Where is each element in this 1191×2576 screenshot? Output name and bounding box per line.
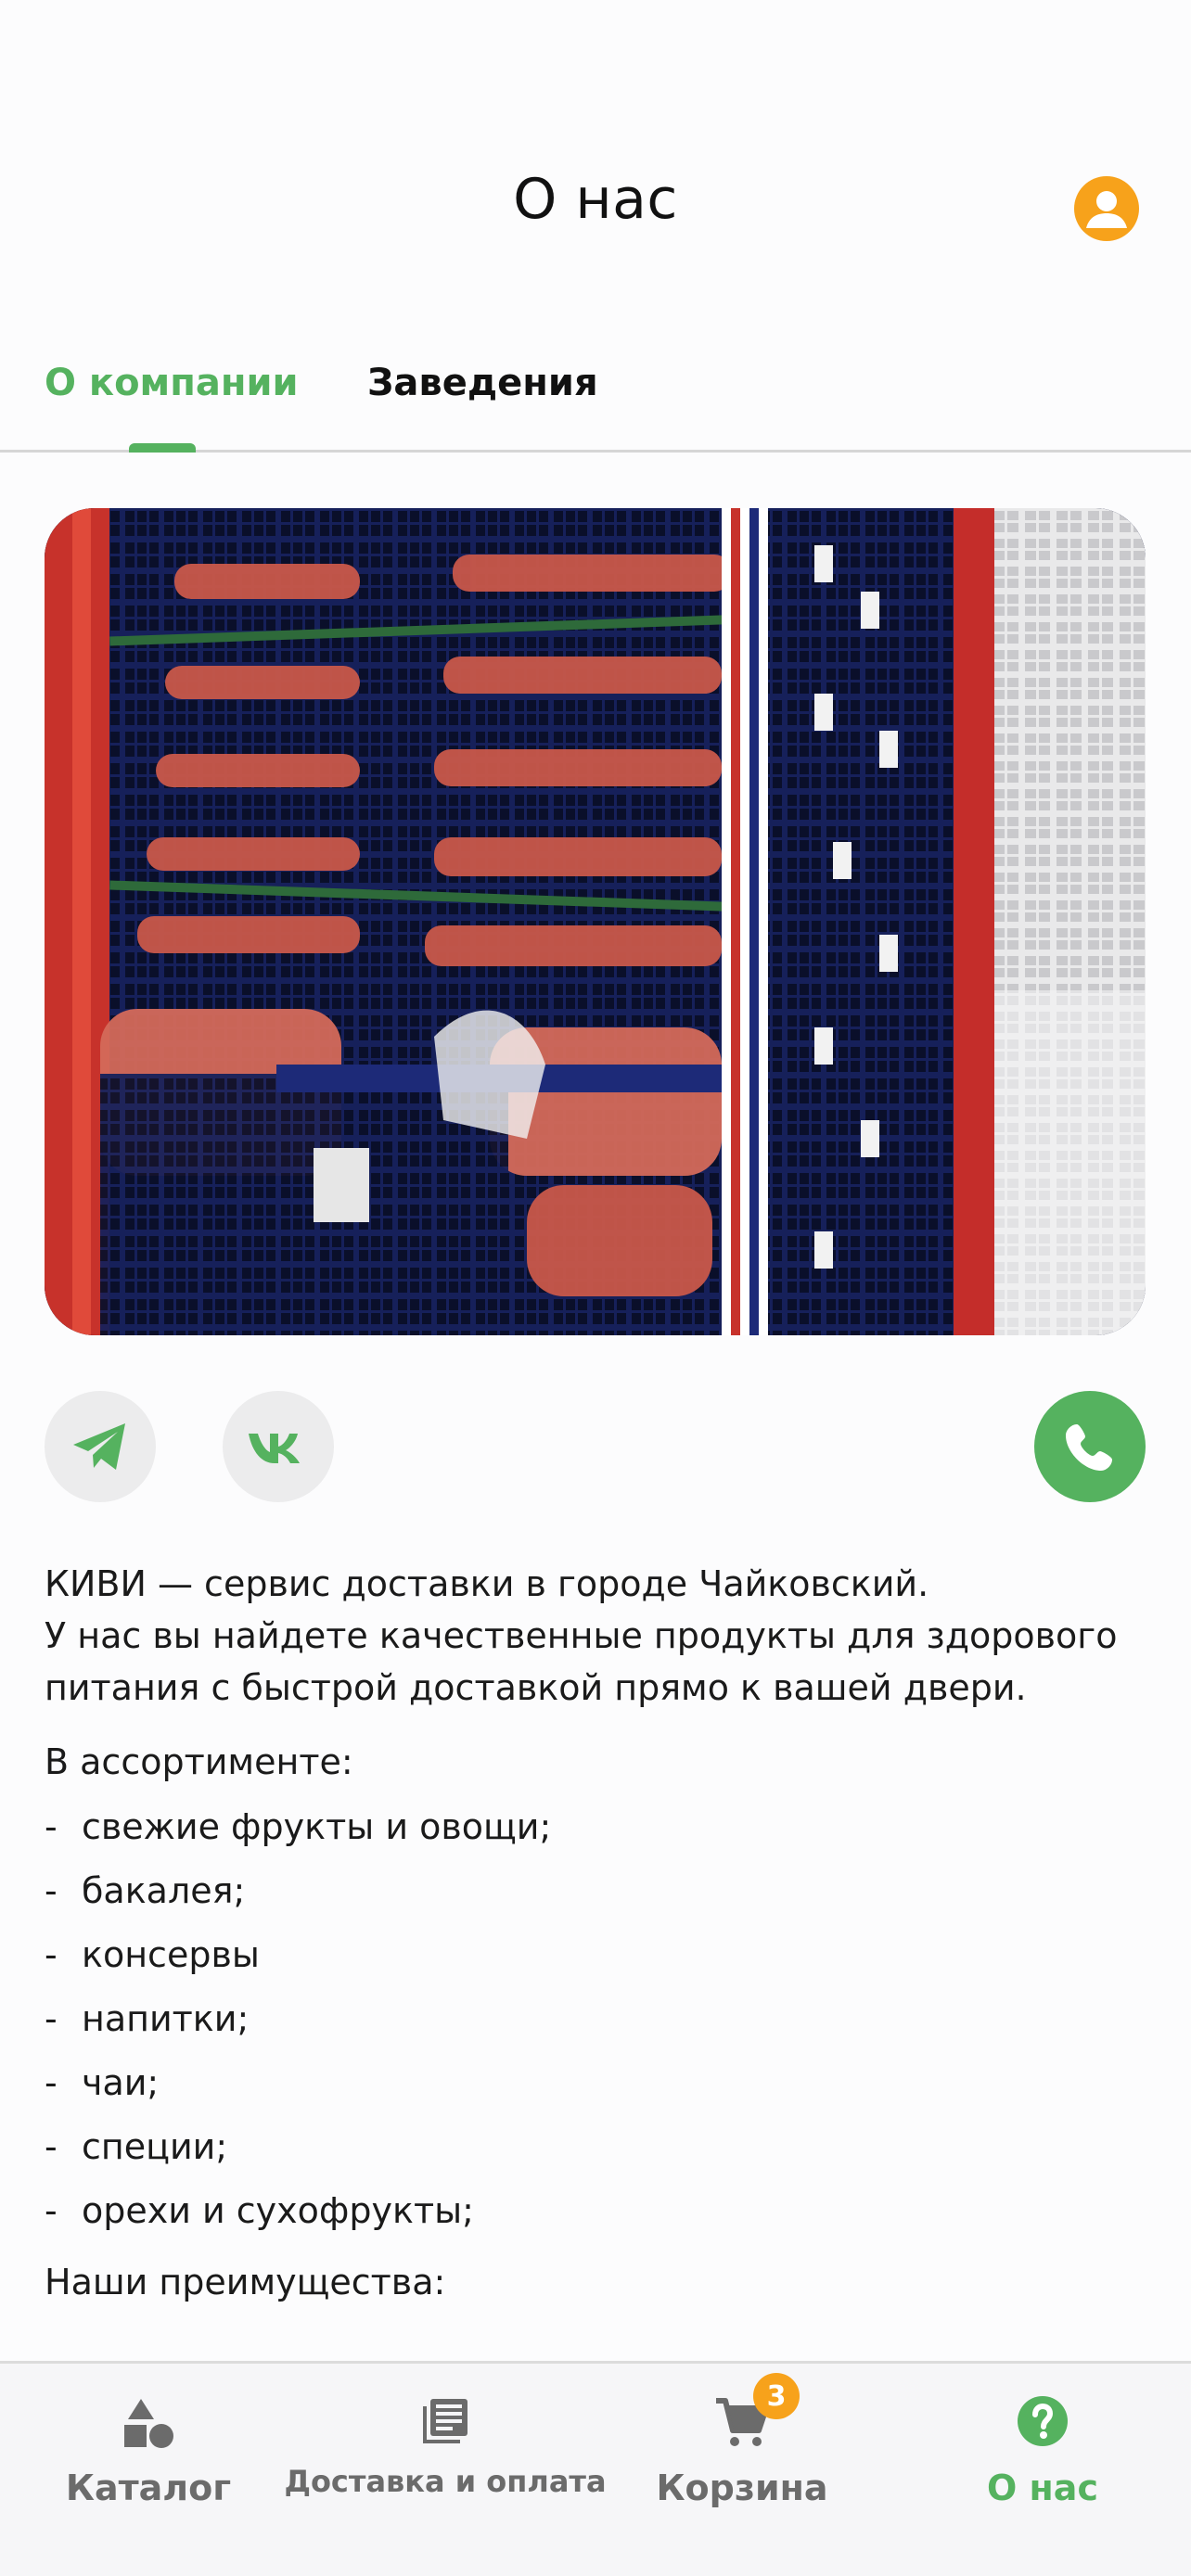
nav-delivery-label: Доставка и оплата — [284, 2464, 607, 2499]
list-item-text: напитки; — [82, 1998, 250, 2039]
advantages-heading: Наши преимущества: — [45, 2262, 446, 2302]
list-dash: - — [45, 1870, 58, 1911]
vk-button[interactable] — [223, 1391, 334, 1502]
list-item-text: орехи и сухофрукты; — [82, 2190, 474, 2231]
nav-about-label: О нас — [987, 2468, 1098, 2508]
about-description: КИВИ — сервис доставки в городе Чайковск… — [45, 1558, 1148, 2308]
assortment-list: - свежие фрукты и овощи; - бакалея; - консе… — [45, 1801, 1148, 2249]
nav-delivery[interactable]: Доставка и оплата — [278, 2364, 612, 2576]
tab-bar: О компании Заведения — [0, 334, 1191, 453]
cart-count-badge: 3 — [753, 2373, 800, 2419]
page-title: О нас — [513, 167, 678, 232]
app-header: О нас — [0, 0, 1191, 306]
telegram-button[interactable] — [45, 1391, 156, 1502]
list-item: - чаи; — [45, 2057, 1148, 2121]
telegram-icon — [73, 1423, 125, 1470]
list-item-text: бакалея; — [82, 1870, 246, 1911]
profile-button[interactable] — [1074, 176, 1139, 241]
list-item: - свежие фрукты и овощи; — [45, 1801, 1148, 1865]
nav-catalog-label: Каталог — [65, 2468, 232, 2508]
shapes-icon — [124, 2399, 173, 2448]
nav-catalog[interactable]: Каталог — [37, 2364, 260, 2576]
call-button[interactable] — [1034, 1391, 1146, 1502]
intro-line-3: питания с быстрой доставкой прямо к ваше… — [45, 1667, 1027, 1708]
list-dash: - — [45, 1934, 58, 1975]
list-item: - бакалея; — [45, 1865, 1148, 1929]
list-item-text: свежие фрукты и овощи; — [82, 1806, 552, 1847]
list-item: - специи; — [45, 2121, 1148, 2185]
company-photo — [45, 508, 1146, 1335]
list-dash: - — [45, 1998, 58, 2039]
list-item: - напитки; — [45, 1993, 1148, 2057]
newspaper-icon — [423, 2399, 467, 2443]
help-icon — [1018, 2396, 1068, 2446]
list-item: - консервы — [45, 1929, 1148, 1993]
intro-line-2: У нас вы найдете качественные продукты д… — [45, 1615, 1118, 1656]
list-item-text: специи; — [82, 2126, 228, 2167]
list-item-text: чаи; — [82, 2062, 160, 2103]
vk-icon — [249, 1434, 300, 1463]
nav-cart[interactable]: 3 Корзина — [631, 2364, 853, 2576]
bottom-nav: Каталог Доставка и оплата 3 Корзина О на… — [0, 2361, 1191, 2576]
nav-cart-label: Корзина — [656, 2468, 828, 2508]
assortment-heading: В ассортименте: — [45, 1741, 353, 1782]
list-dash: - — [45, 2062, 58, 2103]
nav-about[interactable]: О нас — [931, 2364, 1154, 2576]
tab-establishments[interactable]: Заведения — [367, 362, 598, 404]
list-dash: - — [45, 1806, 58, 1847]
list-item: - орехи и сухофрукты; — [45, 2185, 1148, 2249]
tab-company[interactable]: О компании — [45, 362, 299, 404]
user-icon — [1086, 191, 1127, 228]
active-tab-indicator — [129, 443, 196, 453]
intro-line-1: КИВИ — сервис доставки в городе Чайковск… — [45, 1563, 929, 1604]
list-dash: - — [45, 2126, 58, 2167]
phone-icon — [1066, 1424, 1112, 1471]
list-dash: - — [45, 2190, 58, 2231]
list-item-text: консервы — [82, 1934, 260, 1975]
